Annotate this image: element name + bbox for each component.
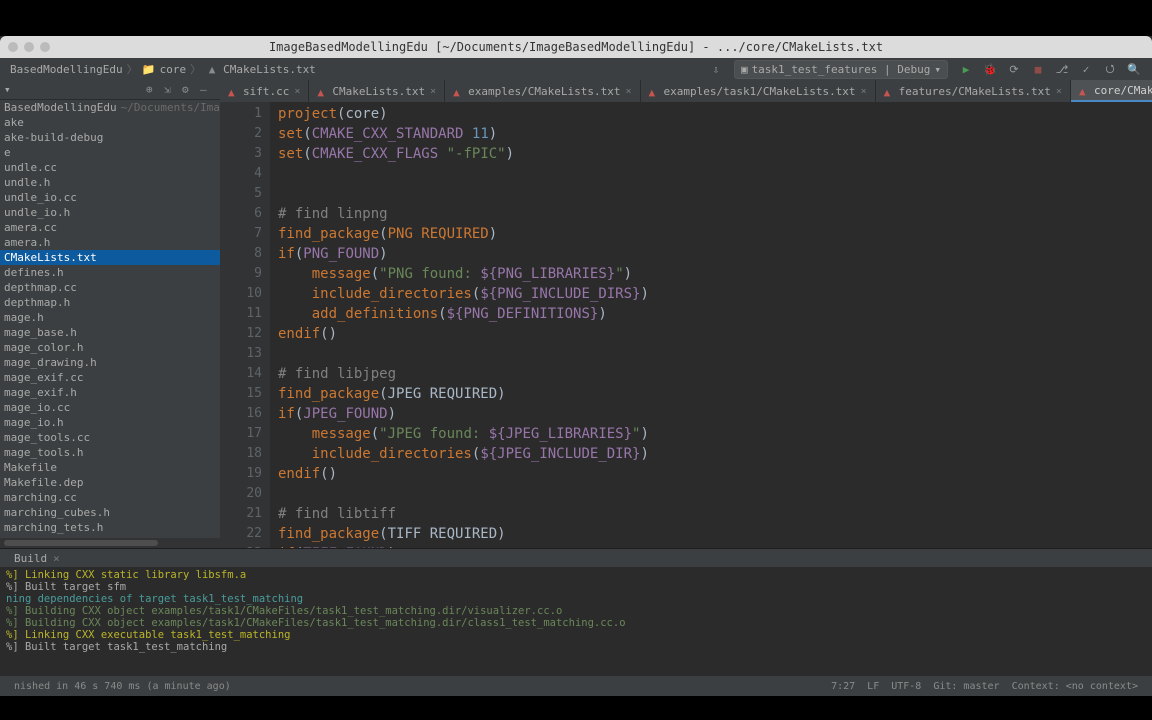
run-icon[interactable]: ▶ bbox=[957, 60, 975, 78]
close-build-tab-icon[interactable]: × bbox=[53, 552, 60, 565]
tree-item[interactable]: amera.cc bbox=[0, 220, 220, 235]
tree-item[interactable]: mage_color.h bbox=[0, 340, 220, 355]
tree-item[interactable]: CMakeLists.txt bbox=[0, 250, 220, 265]
traffic-close-icon[interactable] bbox=[8, 42, 18, 52]
project-tool-header: ▾ ⊕ ⇲ ⚙ — bbox=[0, 80, 220, 100]
tree-item[interactable]: amera.h bbox=[0, 235, 220, 250]
cursor-position[interactable]: 7:27 bbox=[831, 681, 855, 692]
tree-item[interactable]: mage_tools.cc bbox=[0, 430, 220, 445]
debug-icon[interactable]: 🐞 bbox=[981, 60, 999, 78]
project-dropdown[interactable]: ▾ bbox=[4, 83, 11, 96]
line-separator[interactable]: LF bbox=[867, 681, 879, 692]
editor-tab[interactable]: ▲sift.cc× bbox=[220, 80, 309, 102]
gear-icon[interactable]: ⚙ bbox=[182, 83, 196, 97]
tree-item[interactable]: mage_exif.cc bbox=[0, 370, 220, 385]
nav-bar: BasedModellingEdu 〉 📁 core 〉 ▲ CMakeList… bbox=[0, 58, 1152, 80]
folder-icon: 📁 bbox=[142, 62, 156, 76]
context-indicator[interactable]: Context: <no context> bbox=[1012, 681, 1138, 692]
code-editor[interactable]: 123456789101112131415161718192021222324 … bbox=[220, 102, 1152, 548]
tree-item[interactable]: mage.h bbox=[0, 310, 220, 325]
tree-item[interactable]: marching.cc bbox=[0, 490, 220, 505]
tree-item[interactable]: defines.h bbox=[0, 265, 220, 280]
commit-icon[interactable]: ✓ bbox=[1077, 60, 1095, 78]
status-bar: nished in 46 s 740 ms (a minute ago) 7:2… bbox=[0, 676, 1152, 696]
tree-item[interactable]: ake bbox=[0, 115, 220, 130]
window-titlebar: ImageBasedModellingEdu [~/Documents/Imag… bbox=[0, 36, 1152, 58]
chevron-down-icon: ▾ bbox=[934, 63, 941, 76]
tree-item[interactable]: undle_io.cc bbox=[0, 190, 220, 205]
build-tab[interactable]: Build bbox=[8, 550, 53, 567]
tree-item[interactable]: ake-build-debug bbox=[0, 130, 220, 145]
run-config-label: task1_test_features | Debug bbox=[752, 63, 931, 76]
editor-tab[interactable]: ▲examples/task1/CMakeLists.txt× bbox=[641, 80, 876, 102]
git-branch[interactable]: Git: master bbox=[933, 681, 999, 692]
update-icon[interactable]: ⭯ bbox=[1101, 60, 1119, 78]
traffic-min-icon[interactable] bbox=[24, 42, 34, 52]
close-tab-icon[interactable]: × bbox=[861, 86, 867, 97]
cmake-file-icon: ▲ bbox=[884, 86, 894, 96]
build-icon[interactable]: ⇩ bbox=[707, 60, 725, 78]
app-icon: ▣ bbox=[741, 63, 748, 76]
build-output[interactable]: %] Linking CXX static library libsfm.a%]… bbox=[0, 567, 1152, 676]
close-tab-icon[interactable]: × bbox=[1056, 86, 1062, 97]
stop-icon[interactable]: ■ bbox=[1029, 60, 1047, 78]
cmake-file-icon: ▲ bbox=[228, 86, 238, 96]
run-config-selector[interactable]: ▣ task1_test_features | Debug ▾ bbox=[734, 60, 948, 79]
project-tree[interactable]: BasedModellingEdu~/Documents/Imagakeake-… bbox=[0, 100, 220, 538]
project-sidebar: ▾ ⊕ ⇲ ⚙ — BasedModellingEdu~/Documents/I… bbox=[0, 80, 220, 548]
source-text[interactable]: project(core)set(CMAKE_CXX_STANDARD 11)s… bbox=[270, 102, 1152, 548]
tree-scrollbar[interactable] bbox=[0, 538, 220, 548]
cmake-file-icon: ▲ bbox=[453, 86, 463, 96]
tree-item[interactable]: e bbox=[0, 145, 220, 160]
branch-icon[interactable]: ⎇ bbox=[1053, 60, 1071, 78]
hide-icon[interactable]: — bbox=[200, 83, 214, 97]
editor-tab[interactable]: ▲examples/CMakeLists.txt× bbox=[445, 80, 640, 102]
editor-tab[interactable]: ▲features/CMakeLists.txt× bbox=[876, 80, 1071, 102]
cmake-file-icon: ▲ bbox=[317, 86, 327, 96]
tree-item[interactable]: marching_cubes.h bbox=[0, 505, 220, 520]
traffic-max-icon[interactable] bbox=[40, 42, 50, 52]
crumb-folder[interactable]: core bbox=[160, 63, 187, 76]
tree-item[interactable]: mage_io.cc bbox=[0, 400, 220, 415]
tree-item[interactable]: depthmap.cc bbox=[0, 280, 220, 295]
attach-icon[interactable]: ⟳ bbox=[1005, 60, 1023, 78]
close-tab-icon[interactable]: × bbox=[430, 86, 436, 97]
build-tool-window: Build × %] Linking CXX static library li… bbox=[0, 548, 1152, 676]
close-tab-icon[interactable]: × bbox=[625, 86, 631, 97]
status-message: nished in 46 s 740 ms (a minute ago) bbox=[14, 681, 231, 692]
tree-item[interactable]: marching_tets.h bbox=[0, 520, 220, 535]
locate-icon[interactable]: ⊕ bbox=[146, 83, 160, 97]
tree-item[interactable]: mage_exif.h bbox=[0, 385, 220, 400]
tree-item[interactable]: Makefile.dep bbox=[0, 475, 220, 490]
window-title: ImageBasedModellingEdu [~/Documents/Imag… bbox=[269, 40, 883, 54]
line-gutter: 123456789101112131415161718192021222324 bbox=[220, 102, 270, 548]
crumb-project[interactable]: BasedModellingEdu bbox=[10, 63, 123, 76]
editor-tab[interactable]: ▲core/CMakeLists.txt× bbox=[1071, 80, 1152, 102]
file-encoding[interactable]: UTF-8 bbox=[891, 681, 921, 692]
tree-item[interactable]: mage_drawing.h bbox=[0, 355, 220, 370]
editor-tab[interactable]: ▲CMakeLists.txt× bbox=[309, 80, 445, 102]
tree-item[interactable]: undle.h bbox=[0, 175, 220, 190]
tree-item[interactable]: undle.cc bbox=[0, 160, 220, 175]
editor-tabs: ▲sift.cc×▲CMakeLists.txt×▲examples/CMake… bbox=[220, 80, 1152, 102]
cmake-file-icon: ▲ bbox=[205, 62, 219, 76]
close-tab-icon[interactable]: × bbox=[294, 86, 300, 97]
tree-root[interactable]: BasedModellingEdu bbox=[4, 101, 117, 114]
collapse-icon[interactable]: ⇲ bbox=[164, 83, 178, 97]
tree-item[interactable]: undle_io.h bbox=[0, 205, 220, 220]
tree-item[interactable]: mage_base.h bbox=[0, 325, 220, 340]
cmake-file-icon: ▲ bbox=[1079, 85, 1089, 95]
tree-item[interactable]: mage_io.h bbox=[0, 415, 220, 430]
crumb-file[interactable]: CMakeLists.txt bbox=[223, 63, 316, 76]
cmake-file-icon: ▲ bbox=[649, 86, 659, 96]
tree-item[interactable]: depthmap.h bbox=[0, 295, 220, 310]
search-icon[interactable]: 🔍 bbox=[1125, 60, 1143, 78]
tree-item[interactable]: mage_tools.h bbox=[0, 445, 220, 460]
breadcrumb[interactable]: BasedModellingEdu 〉 📁 core 〉 ▲ CMakeList… bbox=[6, 61, 320, 77]
tree-item[interactable]: Makefile bbox=[0, 460, 220, 475]
